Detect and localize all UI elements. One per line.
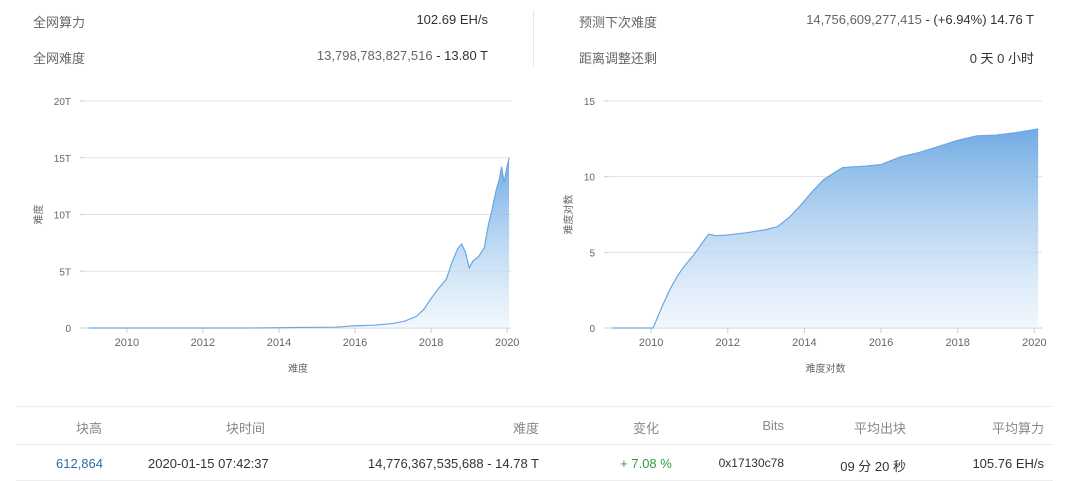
block-time: 2020-01-15 07:42:37 xyxy=(148,456,269,471)
x-tick-label: 2020 xyxy=(1022,337,1046,349)
hashrate-label: 全网算力 xyxy=(33,15,86,30)
y-axis-label: 难度 xyxy=(32,205,45,225)
x-tick-label: 2010 xyxy=(639,337,663,349)
difficulty-full: 13,798,783,827,516 xyxy=(316,48,433,63)
y-tick-label: 0 xyxy=(65,324,71,335)
x-tick-label: 2012 xyxy=(191,337,215,349)
x-axis-label: 难度对数 xyxy=(806,362,846,375)
header-bits: Bits xyxy=(762,418,784,433)
header-change: 变化 xyxy=(632,421,659,436)
header-avg-hashrate: 平均算力 xyxy=(991,421,1044,436)
difficulty-value: 13,798,783,827,516 - 13.80 T xyxy=(250,48,488,63)
series-area xyxy=(612,128,1039,328)
y-tick-label: 10T xyxy=(54,211,71,222)
block-bits: 0x17130c78 xyxy=(718,456,784,470)
y-axis-label: 难度对数 xyxy=(562,195,575,235)
y-tick-label: 15 xyxy=(584,97,596,108)
x-tick-label: 2010 xyxy=(115,337,139,349)
header-difficulty: 难度 xyxy=(512,421,539,436)
y-tick-label: 5 xyxy=(589,248,595,259)
y-tick-label: 10 xyxy=(584,173,596,184)
log-difficulty-chart-svg: 0510152010 2012 2014 2016 2018 2020难度对数难度对数 xyxy=(562,97,1047,375)
y-tick-label: 20T xyxy=(54,97,71,108)
block-difficulty: 14,776,367,535,688 - 14.78 T xyxy=(367,456,539,471)
x-tick-label: 2018 xyxy=(419,337,443,349)
x-tick-label: 2018 xyxy=(945,337,969,349)
difficulty-change: + 7.08 % xyxy=(620,456,672,471)
network-stats: 全网算力 102.69 EH/s 全网难度 13,798,783,827,516… xyxy=(0,0,1080,80)
difficulty-chart: 0 5T 10T 15T 20T 2010 2012 2014 2016 2018 2020 难度 难度 xyxy=(0,85,530,385)
hashrate-value: 102.69 EH/s xyxy=(416,12,488,27)
difficulty-label: 全网难度 xyxy=(33,51,86,66)
series-area xyxy=(88,157,510,328)
adjust-remaining-label: 距离调整还剩 xyxy=(579,51,658,66)
stats-divider xyxy=(533,10,534,66)
x-tick-label: 2016 xyxy=(869,337,893,349)
next-difficulty-change: - (+6.94%) 14.76 T xyxy=(921,12,1034,27)
next-difficulty-label: 预测下次难度 xyxy=(579,15,658,30)
avg-hashrate: 105.76 EH/s xyxy=(972,456,1044,471)
header-time: 块时间 xyxy=(226,421,266,436)
difficulty-short: - 13.80 T xyxy=(432,48,488,63)
x-axis-label: 难度 xyxy=(288,362,308,375)
header-avg-block: 平均出块 xyxy=(853,421,906,436)
y-tick-label: 0 xyxy=(589,324,595,335)
avg-block-time: 09 分 20 秒 xyxy=(840,459,906,474)
difficulty-chart-svg: 05T10T15T20T2010 2012 2014 2016 2018 2020难度难度 xyxy=(32,97,519,375)
log-difficulty-chart: 0 5 10 15 2010 2012 2014 2016 2018 2020 难度对数 难度对数 xyxy=(540,85,1060,385)
y-tick-label: 15T xyxy=(54,154,71,165)
next-difficulty-value: 14,756,609,277,415 - (+6.94%) 14.76 T xyxy=(760,12,1034,27)
x-tick-label: 2016 xyxy=(343,337,367,349)
adjust-remaining-value: 0 天 0 小时 xyxy=(969,51,1034,66)
y-tick-label: 5T xyxy=(59,267,71,278)
x-tick-label: 2012 xyxy=(716,337,740,349)
x-tick-label: 2014 xyxy=(792,337,816,349)
x-tick-label: 2014 xyxy=(267,337,291,349)
header-height: 块高 xyxy=(76,421,103,436)
table-header: 块高 块时间 难度 变化 Bits 平均出块 平均算力 xyxy=(16,406,1053,444)
block-height-link[interactable]: 612,864 xyxy=(56,456,103,471)
table-row: 612,864 2020-01-15 07:42:37 14,776,367,5… xyxy=(16,444,1053,481)
next-difficulty-full: 14,756,609,277,415 xyxy=(806,12,922,27)
x-tick-label: 2020 xyxy=(495,337,519,349)
